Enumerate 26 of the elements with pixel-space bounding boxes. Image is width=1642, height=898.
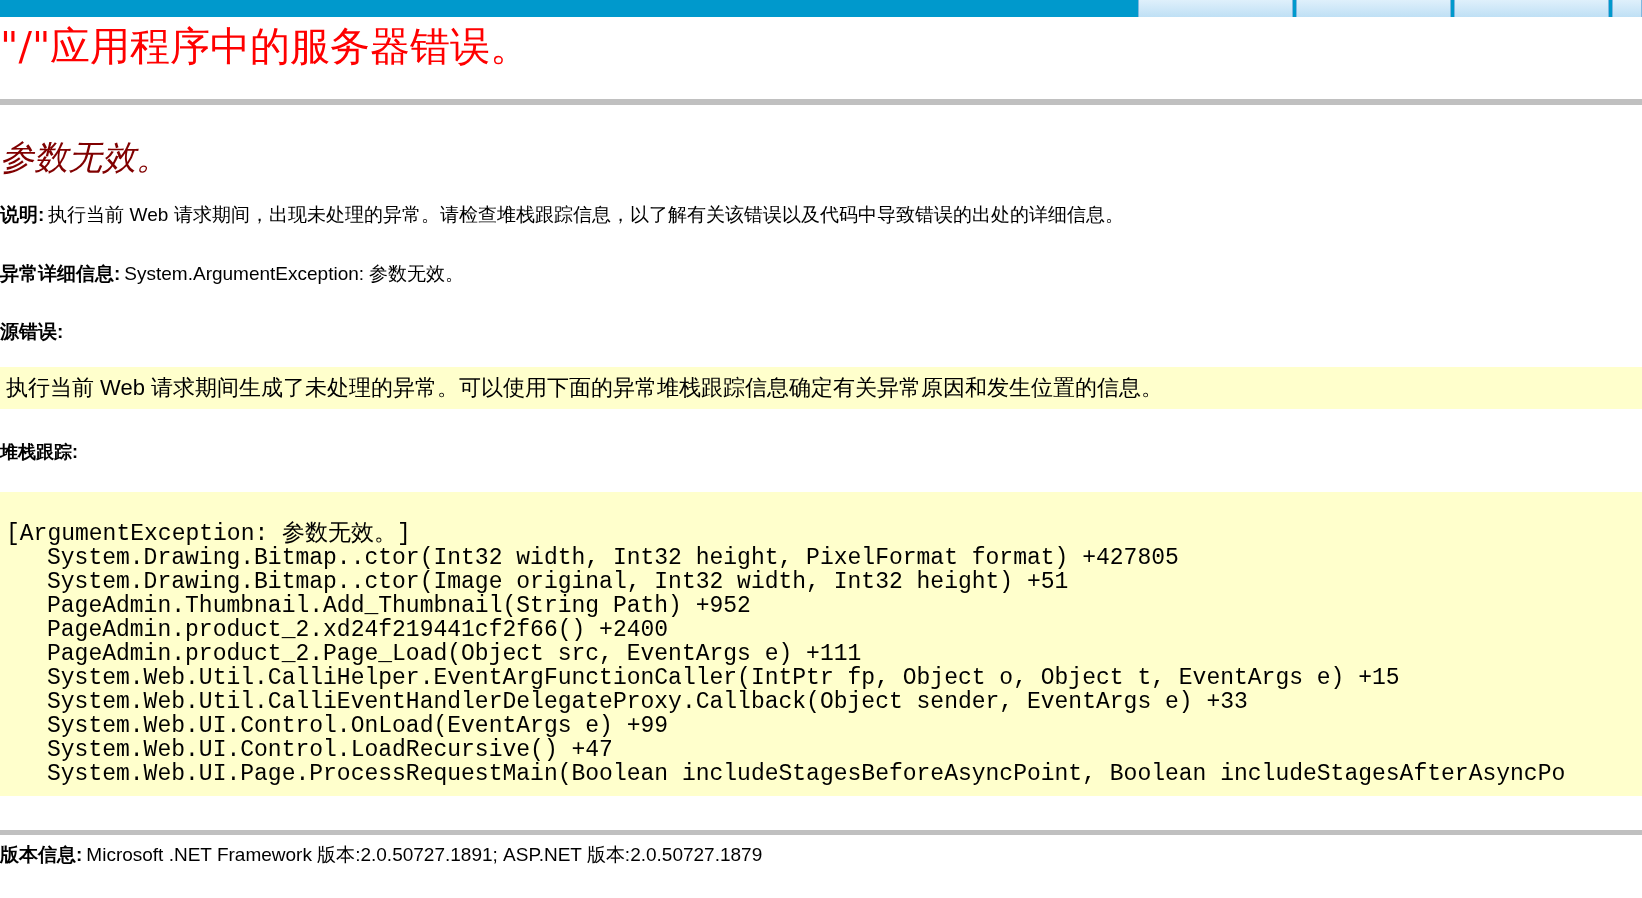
field-label: 异常详细信息: <box>0 261 121 286</box>
stack-trace-line: System.Drawing.Bitmap..ctor(Int32 width, Int32 height, PixelFormat format) +427805 <box>47 545 1180 570</box>
nav-tab[interactable] <box>1138 0 1293 17</box>
field-label: 说明: <box>0 203 45 227</box>
nav-tab[interactable] <box>1454 0 1609 17</box>
field-label: 源错误: <box>0 320 64 344</box>
error-heading: 参数无效。 <box>0 137 171 177</box>
stack-trace-line: System.Web.UI.Control.OnLoad(EventArgs e) +99 <box>46 713 669 738</box>
nav-tab[interactable] <box>1296 0 1451 17</box>
stack-trace-line: PageAdmin.Thumbnail.Add_Thumbnail(String Path) +952 <box>46 593 752 618</box>
page-title: "/"应用程序中的服务器错误。 <box>0 22 532 71</box>
stack-trace-line: System.Web.UI.Control.LoadRecursive() +47 <box>46 737 613 762</box>
stack-trace-line: System.Drawing.Bitmap..ctor(Image original, Int32 width, Int32 height) +51 <box>46 569 1070 594</box>
field-text: 执行当前 Web 请求期间，出现未处理的异常。请检查堆栈跟踪信息，以了解有关该错误以及代码中导致错误的出处的详细信息。 <box>48 203 1124 227</box>
field-text: Microsoft .NET Framework 版本:2.0.50727.1891; ASP.NET 版本:2.0.50727.1879 <box>86 842 763 867</box>
field-label: 版本信息: <box>0 842 83 867</box>
field-text: System.ArgumentException: 参数无效。 <box>124 261 465 286</box>
source-error-text: 执行当前 Web 请求期间生成了未处理的异常。可以使用下面的异常堆栈跟踪信息确定有关异常原因和发生位置的信息。 <box>6 374 1164 402</box>
stack-trace-line: System.Web.Util.CalliEventHandlerDelegateProxy.Callback(Object sender, EventArgs e) +33 <box>46 689 1248 714</box>
stack-trace-line: System.Web.UI.Page.ProcessRequestMain(Boolean includeStagesBeforeAsyncPoint, Boolean includeStagesAfterAsyncPo <box>46 761 1567 786</box>
nav-tab[interactable] <box>1612 0 1642 17</box>
stack-trace-line: System.Web.Util.CalliHelper.EventArgFunctionCaller(IntPtr fp, Object o, Object t, EventArgs e) +15 <box>46 665 1401 690</box>
field-label: 堆栈跟踪: <box>0 441 78 462</box>
stack-trace-line: PageAdmin.product_2.xd24f219441cf2f66() +2400 <box>46 617 669 642</box>
stack-trace-line: [ArgumentException: 参数无效。] <box>6 521 411 546</box>
stack-trace-line: PageAdmin.product_2.Page_Load(Object src, EventArgs e) +111 <box>46 641 862 666</box>
